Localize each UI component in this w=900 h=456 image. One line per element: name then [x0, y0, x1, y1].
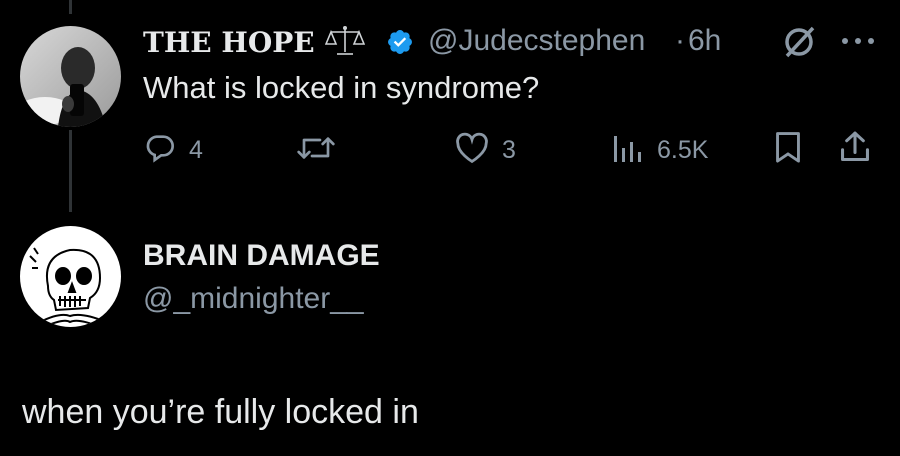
more-options-icon[interactable]	[840, 36, 876, 46]
view-count: 6.5K	[657, 136, 709, 164]
avatar[interactable]	[20, 226, 121, 327]
tweet-text: What is locked in syndrome?	[143, 70, 540, 105]
separator-dot: ·	[675, 24, 685, 57]
views-icon[interactable]	[612, 132, 646, 164]
retweet-icon[interactable]	[296, 132, 336, 164]
grok-icon[interactable]	[782, 25, 818, 59]
display-name[interactable]: BRAIN DAMAGE	[143, 239, 380, 273]
thread-line-middle	[69, 130, 72, 212]
bookmark-icon[interactable]	[773, 131, 803, 165]
timestamp[interactable]: 6h	[688, 24, 721, 58]
reply-icon[interactable]	[144, 132, 176, 164]
display-name[interactable]: THE HOPE	[143, 26, 315, 59]
handle[interactable]: @Judecstephen	[428, 24, 645, 58]
tweet-text: when you’re fully locked in	[22, 393, 419, 431]
like-icon[interactable]	[455, 132, 489, 164]
verified-badge-icon	[386, 28, 414, 56]
handle[interactable]: @_midnighter__	[143, 282, 364, 316]
reply-count: 4	[189, 136, 203, 164]
thread-line-top	[69, 0, 72, 14]
scales-icon	[325, 25, 365, 57]
avatar[interactable]	[20, 26, 121, 127]
share-icon[interactable]	[838, 129, 872, 165]
like-count: 3	[502, 136, 516, 164]
